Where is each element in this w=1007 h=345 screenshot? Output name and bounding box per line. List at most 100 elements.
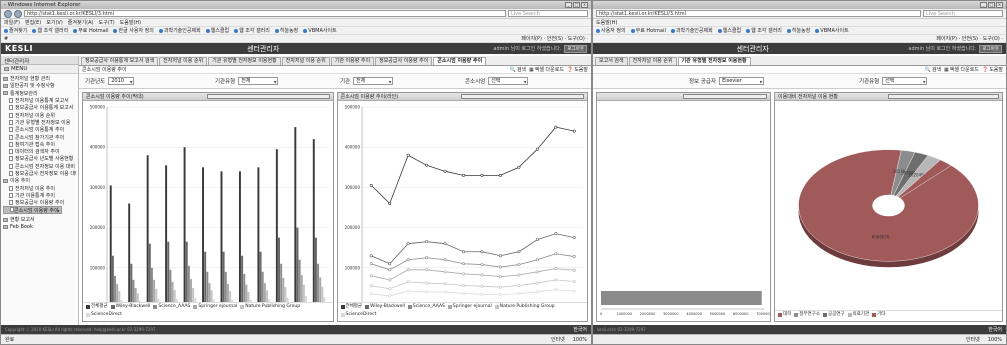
content-tab[interactable]: 정보공급사 이용통계 보고서 검색: [81, 57, 159, 65]
sidebar-item[interactable]: 전자저널 이용 순위: [3, 111, 76, 119]
close-button[interactable]: ×: [996, 2, 1003, 8]
org-select[interactable]: 전체: [353, 77, 394, 85]
maximize-button[interactable]: □: [988, 2, 995, 8]
favorite-link[interactable]: 히늘농장: [274, 27, 298, 34]
sidebar-item[interactable]: 참여기관 접속 추이: [3, 141, 76, 148]
folder-icon: [3, 178, 8, 183]
favorite-link[interactable]: 웹스클럽: [205, 27, 229, 34]
sidebar-item[interactable]: 콘소시엄 참가기관 추이: [3, 133, 76, 141]
content-tab[interactable]: 보고서 검색: [595, 57, 628, 65]
bar: [134, 287, 137, 308]
menu-help[interactable]: 도움말(H): [596, 19, 617, 26]
org-type-select[interactable]: 전체: [238, 77, 279, 85]
sidebar-item[interactable]: 기관 유형별 전자정보 이용: [3, 119, 76, 126]
sidebar-item[interactable]: 콘소시엄 전자정보 이용 대비: [3, 163, 76, 170]
forward-icon[interactable]: [14, 9, 22, 18]
bar: [202, 167, 204, 308]
sidebar-item[interactable]: 콘소시엄 이용량 추이: [3, 206, 62, 215]
search-button[interactable]: 🔍 검색: [925, 66, 941, 74]
data-point: [572, 255, 576, 259]
sidebar-item[interactable]: 현황 보고서: [3, 216, 76, 223]
language-select[interactable]: 한국어: [988, 326, 1002, 333]
logout-button[interactable]: 로그아웃: [564, 44, 587, 53]
sidebar-item[interactable]: 콘소시엄 이용통계 추이: [3, 126, 76, 133]
favorite-link[interactable]: 웹 조각 갤러리: [234, 27, 270, 34]
minimize-button[interactable]: _: [980, 2, 987, 8]
menu-item[interactable]: 즐겨찾기(A): [68, 19, 94, 26]
sidebar-item[interactable]: Feb Book: [3, 224, 76, 231]
menu-item[interactable]: 보기(V): [46, 19, 63, 26]
search-input[interactable]: Live Search: [923, 10, 1003, 17]
command-bar[interactable]: 페이지(P) · 안전(S) · 도구(O) ·: [936, 35, 1003, 42]
sidebar-item[interactable]: 기관 이용통계 추이: [3, 192, 76, 199]
menu-item[interactable]: 도움말(H): [120, 19, 141, 26]
bar: [241, 255, 244, 308]
sidebar-item[interactable]: 정보공급사 이용량 추이: [3, 199, 76, 206]
favorite-link[interactable]: 사용자 정의: [596, 27, 626, 34]
excel-download-button[interactable]: ▦ 엑셀 다운로드: [944, 66, 979, 74]
sidebar-item[interactable]: 정보공급사 년도별 사용현황: [3, 155, 76, 162]
favorites-button[interactable]: 즐겨찾기: [4, 27, 27, 34]
sidebar-item[interactable]: 정보공급사 전자정보 이용 대비: [3, 170, 76, 177]
sidebar-item[interactable]: 일반공지 및 수정사항: [3, 82, 76, 89]
url-input[interactable]: [24, 10, 506, 17]
sidebar-item[interactable]: 전자저널 이용통계 보고서: [3, 97, 76, 104]
favorite-link[interactable]: VBMA사이트: [303, 27, 337, 34]
year-select[interactable]: 2010: [108, 77, 135, 85]
chart-legend: 대학 정부연구소 공공연구 의료기관 기타: [775, 310, 1002, 321]
menu-item[interactable]: 도구(T): [99, 19, 115, 26]
favorite-link[interactable]: 히늘농장: [786, 27, 810, 34]
favorite-link[interactable]: 한글 사용자 정의: [113, 27, 154, 34]
sidebar-item[interactable]: 전자저널 현황 관리: [3, 75, 76, 82]
minimize-button[interactable]: _: [565, 2, 572, 8]
sidebar-item[interactable]: 전자저널 이용 추이: [3, 184, 76, 192]
browser-tab[interactable]: #: [4, 36, 8, 42]
y-tick-label: 100000: [90, 265, 106, 270]
maximize-button[interactable]: □: [573, 2, 580, 8]
panel-toggle-button[interactable]: [461, 94, 584, 99]
favorite-link[interactable]: 웹 조각 갤러리: [746, 27, 782, 34]
search-button[interactable]: 🔍 검색: [510, 66, 526, 74]
menu-item[interactable]: 파일(F): [4, 19, 20, 26]
command-bar[interactable]: 페이지(P) · 안전(S) · 도구(O) ·: [521, 35, 588, 42]
org-type-select[interactable]: 선택: [882, 77, 928, 85]
data-point: [369, 183, 373, 187]
logout-button[interactable]: 로그아웃: [979, 44, 1002, 53]
url-input[interactable]: [596, 10, 921, 17]
favorite-link[interactable]: 웹 조각 갤러리: [32, 27, 68, 34]
menu-item[interactable]: 편집(E): [25, 19, 41, 26]
sidebar-item[interactable]: 데이터의 검색자 추이: [3, 148, 76, 155]
sidebar-item[interactable]: 이용 추이: [3, 177, 76, 184]
provider-select[interactable]: Elsevier: [719, 77, 765, 85]
content-tab[interactable]: 기관 유형별 전자정보 이용현황: [208, 57, 281, 65]
favorite-link[interactable]: 무료 Hotmail: [630, 27, 666, 34]
panel-toggle-button[interactable]: [682, 94, 767, 99]
favorite-link[interactable]: 무료 Hotmail: [73, 27, 108, 34]
favorite-link[interactable]: VBMA사이트: [815, 27, 849, 34]
sidebar-item[interactable]: 정보공급사 이용통계 보고서: [3, 104, 76, 111]
help-button[interactable]: ❓ 도움말: [982, 66, 1003, 74]
excel-download-button[interactable]: ▦ 엑셀 다운로드: [529, 66, 564, 74]
content-tab[interactable]: 콘소시엄 이용량 추이: [433, 57, 487, 65]
zoom-level[interactable]: 100%: [988, 337, 1002, 343]
consortium-select[interactable]: 선택: [488, 77, 529, 85]
search-input[interactable]: Live Search: [508, 10, 588, 17]
content-tab[interactable]: 전자저널 이용 순위: [159, 57, 208, 65]
favorite-link[interactable]: 웹스클럽: [717, 27, 741, 34]
legend-label: Science_AAAS: [412, 304, 445, 309]
sidebar-item[interactable]: 통계정보관리: [3, 90, 76, 97]
zoom-level[interactable]: 100%: [573, 337, 587, 343]
favorite-link[interactable]: 과학기술인공제회: [670, 27, 713, 34]
favorite-link[interactable]: 과학기술인공제회: [158, 27, 201, 34]
language-select[interactable]: 한국어: [573, 326, 587, 333]
content-tab[interactable]: 기관 유형별 전자정보 이용현황: [677, 57, 751, 65]
help-button[interactable]: ❓ 도움말: [567, 66, 588, 74]
back-icon[interactable]: [4, 9, 12, 18]
close-button[interactable]: ×: [581, 2, 588, 8]
panel-toggle-button[interactable]: [887, 94, 999, 99]
content-tab[interactable]: 전자저널 이용 순위: [281, 57, 330, 65]
content-tab[interactable]: 정보공급사 이용량 추이: [375, 57, 433, 65]
content-tab[interactable]: 전자저널 이용 순위: [628, 57, 677, 65]
content-tab[interactable]: 기관 이용량 추이: [330, 57, 375, 65]
panel-toggle-button[interactable]: [206, 94, 330, 99]
